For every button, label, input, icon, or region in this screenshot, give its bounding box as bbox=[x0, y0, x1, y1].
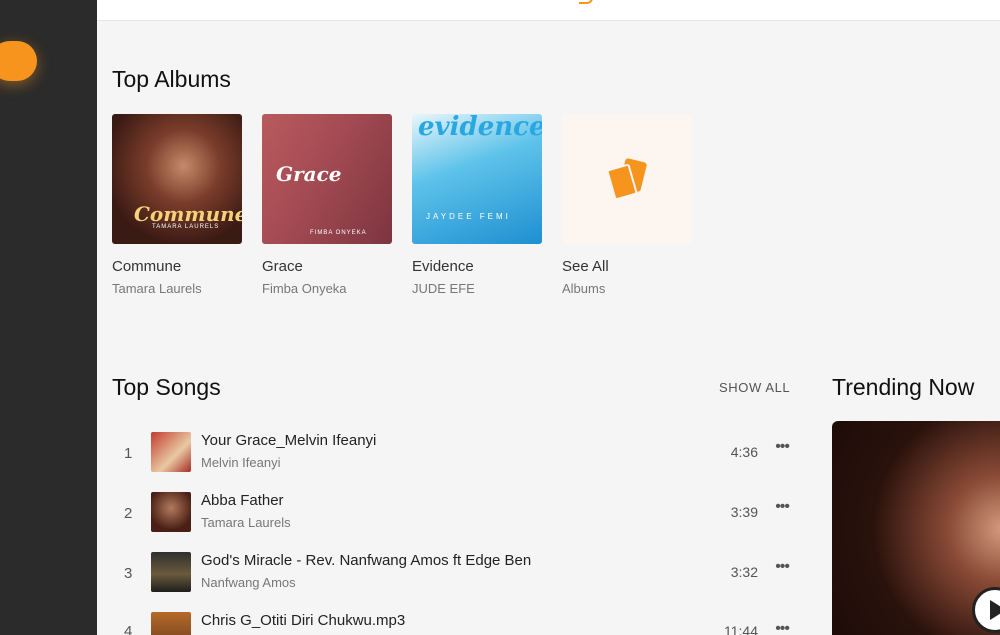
song-duration: 11:44 bbox=[724, 623, 758, 635]
song-number: 1 bbox=[124, 445, 133, 462]
see-all-sublabel: Albums bbox=[562, 281, 606, 296]
see-all-label[interactable]: See All bbox=[562, 258, 692, 275]
song-number: 3 bbox=[124, 565, 133, 582]
song-artist[interactable]: Tamara Laurels bbox=[201, 515, 291, 530]
song-thumbnail[interactable] bbox=[151, 492, 191, 532]
album-cover-subtext: JAYDEE FEMI bbox=[426, 212, 511, 221]
album-cover[interactable]: Commune TAMARA LAURELS bbox=[112, 114, 242, 244]
song-number: 2 bbox=[124, 505, 133, 522]
show-all-button[interactable]: SHOW ALL bbox=[719, 380, 790, 395]
song-row[interactable]: 4 Chris G_Otiti Diri Chukwu.mp3 11:44 ••… bbox=[112, 612, 792, 635]
more-options-icon[interactable]: ••• bbox=[775, 438, 790, 456]
song-duration: 3:39 bbox=[730, 504, 758, 520]
album-title[interactable]: Commune bbox=[112, 258, 242, 275]
album-cover-text: evidence bbox=[418, 114, 542, 142]
song-row[interactable]: 3 God's Miracle - Rev. Nanfwang Amos ft … bbox=[112, 552, 792, 600]
see-all-albums-card[interactable]: See All Albums bbox=[562, 114, 692, 296]
album-cover-text: Commune bbox=[134, 202, 242, 226]
song-title[interactable]: Your Grace_Melvin Ifeanyi bbox=[201, 432, 376, 449]
more-options-icon[interactable]: ••• bbox=[775, 620, 790, 635]
top-songs-heading: Top Songs bbox=[112, 374, 221, 400]
album-artist[interactable]: Tamara Laurels bbox=[112, 281, 242, 296]
album-card[interactable]: Grace FIMBA ONYEKA Grace Fimba Onyeka bbox=[262, 114, 392, 296]
album-card[interactable]: evidence JAYDEE FEMI Evidence JUDE EFE bbox=[412, 114, 542, 296]
albums-stack-icon bbox=[606, 157, 650, 201]
album-title[interactable]: Grace bbox=[262, 258, 392, 275]
see-all-tile[interactable] bbox=[562, 114, 692, 244]
song-duration: 3:32 bbox=[730, 564, 758, 580]
song-number: 4 bbox=[124, 623, 133, 635]
song-artist[interactable]: Melvin Ifeanyi bbox=[201, 455, 280, 470]
album-title[interactable]: Evidence bbox=[412, 258, 542, 275]
sidebar-active-indicator[interactable] bbox=[0, 41, 37, 81]
top-albums-heading: Top Albums bbox=[112, 66, 231, 92]
trending-now-heading: Trending Now bbox=[832, 374, 975, 400]
trending-card[interactable] bbox=[832, 421, 1000, 635]
album-cover[interactable]: Grace FIMBA ONYEKA bbox=[262, 114, 392, 244]
more-options-icon[interactable]: ••• bbox=[775, 558, 790, 576]
album-cover-subtext: FIMBA ONYEKA bbox=[310, 230, 367, 236]
top-bar bbox=[97, 0, 1000, 21]
song-thumbnail[interactable] bbox=[151, 432, 191, 472]
logo-icon[interactable] bbox=[579, 0, 593, 4]
album-card[interactable]: Commune TAMARA LAURELS Commune Tamara La… bbox=[112, 114, 242, 296]
song-duration: 4:36 bbox=[730, 444, 758, 460]
song-artist[interactable]: Nanfwang Amos bbox=[201, 575, 296, 590]
song-row[interactable]: 2 Abba Father Tamara Laurels 3:39 ••• bbox=[112, 492, 792, 540]
song-title[interactable]: God's Miracle - Rev. Nanfwang Amos ft Ed… bbox=[201, 552, 531, 569]
song-thumbnail[interactable] bbox=[151, 612, 191, 635]
play-icon[interactable] bbox=[972, 587, 1000, 633]
album-artist[interactable]: Fimba Onyeka bbox=[262, 281, 392, 296]
song-title[interactable]: Chris G_Otiti Diri Chukwu.mp3 bbox=[201, 612, 405, 629]
song-thumbnail[interactable] bbox=[151, 552, 191, 592]
album-cover-text: Grace bbox=[276, 162, 342, 186]
song-row[interactable]: 1 Your Grace_Melvin Ifeanyi Melvin Ifean… bbox=[112, 432, 792, 480]
sidebar bbox=[0, 0, 97, 635]
album-artist[interactable]: JUDE EFE bbox=[412, 281, 542, 296]
more-options-icon[interactable]: ••• bbox=[775, 498, 790, 516]
song-title[interactable]: Abba Father bbox=[201, 492, 284, 509]
album-cover[interactable]: evidence JAYDEE FEMI bbox=[412, 114, 542, 244]
album-cover-subtext: TAMARA LAURELS bbox=[152, 224, 220, 230]
